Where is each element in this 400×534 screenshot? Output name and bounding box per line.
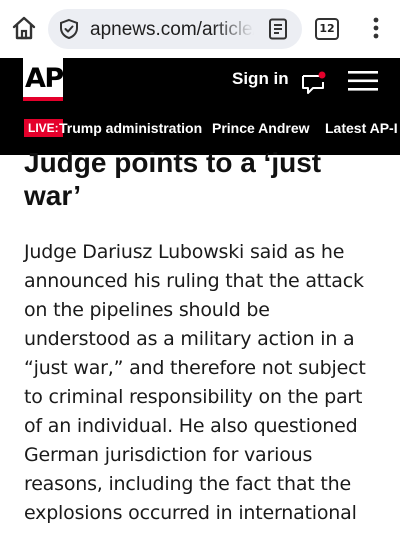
reader-mode-icon[interactable]	[266, 17, 290, 41]
site-info-icon[interactable]	[58, 18, 80, 40]
tab-switcher-button[interactable]: 12	[315, 18, 339, 40]
article-subheading: Judge points to a ‘just war’	[24, 147, 322, 211]
hamburger-menu-icon[interactable]	[348, 70, 378, 92]
browser-toolbar: apnews.com/article/ 12	[0, 0, 400, 58]
notification-icon[interactable]	[300, 69, 328, 95]
site-header: AP Sign in LIVE: Trump administration Pr…	[0, 58, 400, 155]
logo-accent-bar	[23, 97, 63, 101]
more-options-icon[interactable]	[364, 14, 388, 42]
nav-link-latest[interactable]: Latest AP-I	[325, 118, 398, 138]
address-bar[interactable]: apnews.com/article/	[48, 9, 302, 49]
article-paragraph: Judge Dariusz Lubowski said as he announ…	[24, 241, 366, 534]
sign-in-link[interactable]: Sign in	[232, 69, 289, 89]
trending-nav: LIVE: Trump administration Prince Andrew…	[0, 116, 400, 140]
nav-link-trump-administration[interactable]: Trump administration	[59, 118, 202, 138]
nav-link-prince-andrew[interactable]: Prince Andrew	[212, 118, 310, 138]
live-badge: LIVE:	[24, 119, 63, 137]
url-text[interactable]: apnews.com/article/	[90, 19, 254, 41]
home-icon[interactable]	[10, 14, 38, 42]
ap-logo-text: AP	[25, 63, 64, 94]
ap-logo[interactable]: AP	[23, 58, 64, 101]
